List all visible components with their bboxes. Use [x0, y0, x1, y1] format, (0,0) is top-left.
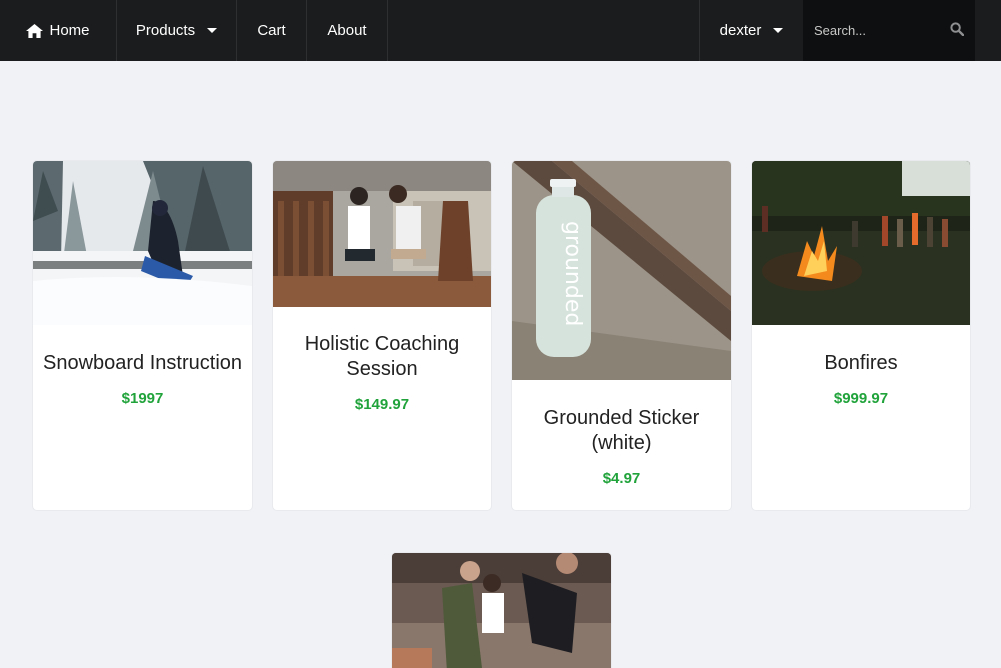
product-price: $4.97 [602, 470, 641, 487]
search-icon[interactable] [950, 22, 964, 36]
nav-home-label: Home [49, 22, 90, 39]
product-price: $149.97 [354, 396, 410, 413]
product-title[interactable]: Grounded Sticker (white) [512, 406, 731, 456]
product-image-sticker: grounded [512, 161, 731, 380]
product-image-workshop [392, 553, 611, 668]
product-card[interactable]: grounded Grounded Sticker (white) $4.97 [512, 161, 731, 510]
product-title[interactable]: Bonfires [752, 351, 970, 376]
nav-about-label: About [327, 22, 367, 39]
search-input[interactable] [814, 23, 944, 38]
product-card[interactable]: Snowboard Instruction $1997 [33, 161, 252, 510]
product-title[interactable]: Holistic Coaching Session [273, 332, 491, 382]
product-title[interactable]: Snowboard Instruction [33, 351, 252, 376]
svg-text:grounded: grounded [560, 221, 585, 326]
top-navbar: Home Products Cart About dexter [0, 0, 1001, 61]
nav-cart-label: Cart [257, 22, 286, 39]
search-box [803, 0, 975, 61]
user-name-label: dexter [719, 22, 762, 39]
chevron-down-icon [773, 28, 784, 33]
navbar-edge [975, 0, 1001, 61]
nav-about-link[interactable]: About [307, 0, 388, 61]
product-card[interactable] [392, 553, 611, 668]
nav-products-label: Products [135, 22, 196, 39]
user-menu-dropdown[interactable]: dexter [699, 0, 803, 61]
product-image-coaching [273, 161, 491, 307]
nav-products-dropdown[interactable]: Products [117, 0, 237, 61]
product-card[interactable]: Bonfires $999.97 [752, 161, 970, 510]
product-card[interactable]: Holistic Coaching Session $149.97 [273, 161, 491, 510]
product-image-snowboard [33, 161, 252, 325]
home-icon [26, 23, 44, 38]
product-image-bonfire [752, 161, 970, 325]
chevron-down-icon [207, 28, 218, 33]
nav-cart-link[interactable]: Cart [237, 0, 307, 61]
product-price: $999.97 [833, 390, 889, 407]
nav-home-link[interactable]: Home [0, 0, 117, 61]
product-price: $1997 [121, 390, 164, 407]
